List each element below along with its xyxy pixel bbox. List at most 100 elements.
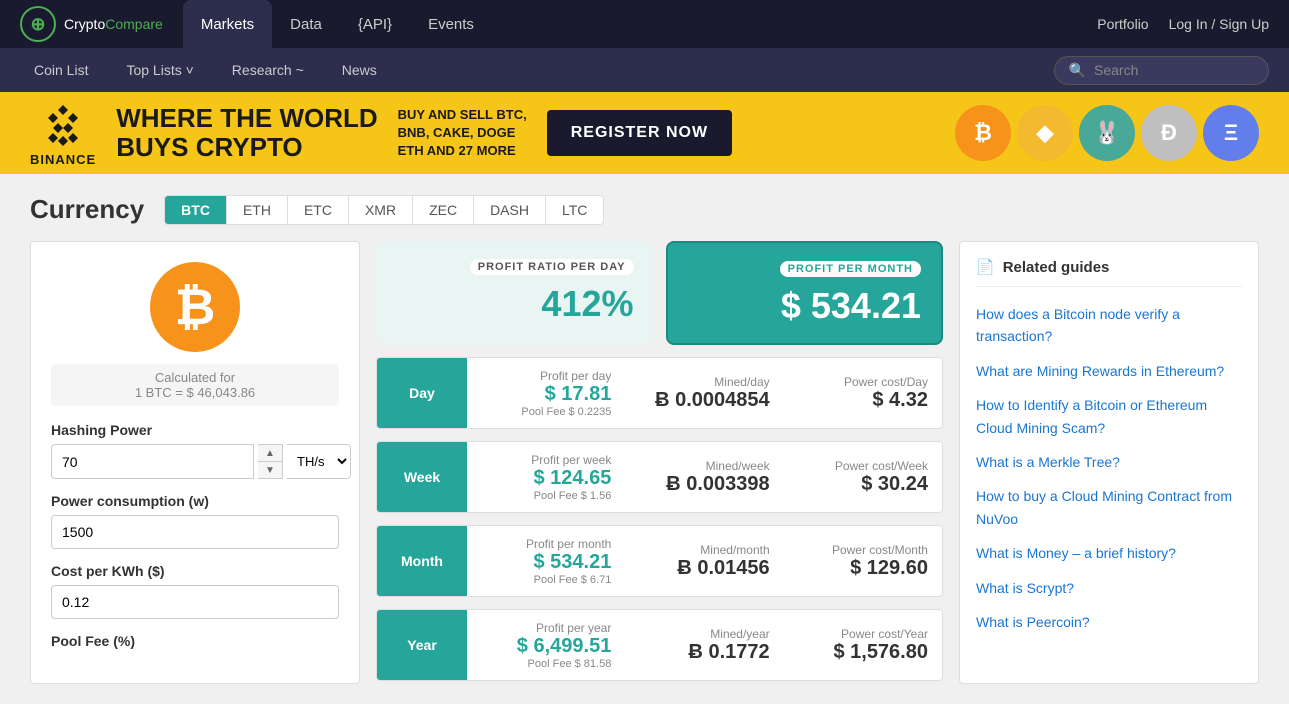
eth-coin-icon: Ξ (1203, 105, 1259, 161)
top-navigation: ⊕ CryptoCompare Markets Data {API} Event… (0, 0, 1289, 48)
banner-coins: ₿ ◆ 🐰 Ð Ξ (955, 105, 1259, 161)
profit-month-label: Profit per month (481, 537, 611, 551)
hash-spinners: ▲ ▼ (258, 444, 283, 479)
tab-ltc[interactable]: LTC (546, 196, 603, 224)
tab-etc[interactable]: ETC (288, 196, 349, 224)
nav-api[interactable]: {API} (340, 0, 410, 48)
power-day-value: $ 4.32 (798, 389, 928, 412)
profit-day-label: PROFIT RATIO PER DAY (470, 259, 634, 275)
profit-day-card: PROFIT RATIO PER DAY 412% (376, 241, 654, 345)
power-consumption-label: Power consumption (w) (51, 493, 339, 509)
portfolio-link[interactable]: Portfolio (1097, 16, 1148, 32)
nav-right: Portfolio Log In / Sign Up (1097, 16, 1269, 32)
related-link-2[interactable]: How to Identify a Bitcoin or Ethereum Cl… (976, 394, 1242, 439)
search-input[interactable] (1094, 62, 1254, 78)
currency-tabs: BTC ETH ETC XMR ZEC DASH LTC (164, 195, 604, 225)
register-button[interactable]: REGISTER NOW (547, 110, 732, 156)
tab-btc[interactable]: BTC (165, 196, 227, 224)
logo-compare: Compare (105, 16, 163, 32)
related-link-1[interactable]: What are Mining Rewards in Ethereum? (976, 360, 1242, 382)
power-year-cell: Power cost/Year $ 1,576.80 (784, 610, 942, 680)
power-month-label: Power cost/Month (798, 543, 928, 557)
related-link-3[interactable]: What is a Merkle Tree? (976, 451, 1242, 473)
related-link-4[interactable]: How to buy a Cloud Mining Contract from … (976, 485, 1242, 530)
profit-week-pool: Pool Fee $ 1.56 (481, 490, 611, 502)
tab-xmr[interactable]: XMR (349, 196, 413, 224)
mined-month-value: Ƀ 0.01456 (639, 557, 769, 580)
mined-week-cell: Mined/week Ƀ 0.003398 (625, 442, 783, 512)
mined-week-label: Mined/week (639, 459, 769, 473)
doge-coin-icon: Ð (1141, 105, 1197, 161)
banner-sub: BUY AND SELL BTC,BNB, CAKE, DOGEETH AND … (398, 106, 527, 161)
related-link-7[interactable]: What is Peercoin? (976, 611, 1242, 633)
power-month-cell: Power cost/Month $ 129.60 (784, 526, 942, 596)
nav-events[interactable]: Events (410, 0, 492, 48)
profit-day-pool: Pool Fee $ 0.2235 (481, 406, 611, 418)
hashing-input[interactable] (51, 444, 254, 479)
power-month-value: $ 129.60 (798, 557, 928, 580)
power-consumption-input[interactable] (51, 515, 339, 549)
cake-coin-icon: 🐰 (1079, 105, 1135, 161)
profit-year-cell: Profit per year $ 6,499.51 Pool Fee $ 81… (467, 610, 625, 680)
nav-data[interactable]: Data (272, 0, 340, 48)
secondary-navigation: Coin List Top Lists ˅ Research ~ News 🔍 (0, 48, 1289, 92)
tab-dash[interactable]: DASH (474, 196, 546, 224)
power-year-label: Power cost/Year (798, 627, 928, 641)
related-link-0[interactable]: How does a Bitcoin node verify a transac… (976, 303, 1242, 348)
calc-for-value: 1 BTC = $ 46,043.86 (57, 385, 333, 400)
profit-day-value: 412% (396, 283, 634, 325)
sec-nav-toplists[interactable]: Top Lists ˅ (112, 48, 207, 92)
power-week-label: Power cost/Week (798, 459, 928, 473)
related-link-6[interactable]: What is Scrypt? (976, 577, 1242, 599)
login-link[interactable]: Log In / Sign Up (1169, 16, 1269, 32)
sec-nav-news[interactable]: News (328, 48, 391, 92)
period-month: Month (377, 526, 467, 596)
nav-markets[interactable]: Markets (183, 0, 272, 48)
logo-text: CryptoCompare (64, 16, 163, 32)
main-nav: Markets Data {API} Events (183, 0, 492, 48)
hash-unit-select[interactable]: TH/s GH/s MH/s (287, 444, 351, 479)
detail-row-year: Year Profit per year $ 6,499.51 Pool Fee… (376, 609, 943, 681)
profit-day-cell-label: Profit per day (481, 369, 611, 383)
cost-kwh-input[interactable] (51, 585, 339, 619)
hash-increment[interactable]: ▲ (258, 445, 282, 462)
profit-month-value: $ 534.21 (481, 551, 611, 574)
binance-text: BINANCE (30, 152, 96, 167)
power-day-cell: Power cost/Day $ 4.32 (784, 358, 942, 428)
tab-eth[interactable]: ETH (227, 196, 288, 224)
period-week: Week (377, 442, 467, 512)
hash-decrement[interactable]: ▼ (258, 462, 282, 478)
logo[interactable]: ⊕ CryptoCompare (20, 6, 163, 42)
tab-zec[interactable]: ZEC (413, 196, 474, 224)
bnb-coin-icon: ◆ (1017, 105, 1073, 161)
profit-week-cell: Profit per week $ 124.65 Pool Fee $ 1.56 (467, 442, 625, 512)
calc-for-label: Calculated for (57, 370, 333, 385)
center-panel: PROFIT RATIO PER DAY 412% PROFIT PER MON… (376, 241, 943, 684)
currency-header: Currency BTC ETH ETC XMR ZEC DASH LTC (30, 194, 1259, 225)
sec-nav-coinlist[interactable]: Coin List (20, 48, 102, 92)
mined-year-cell: Mined/year Ƀ 0.1772 (625, 610, 783, 680)
power-consumption-group: Power consumption (w) (51, 493, 339, 549)
profit-year-label: Profit per year (481, 621, 611, 635)
profit-month-value: $ 534.21 (688, 285, 922, 327)
profit-month-label: PROFIT PER MONTH (780, 261, 921, 277)
binance-icon (38, 100, 88, 150)
mined-day-value: Ƀ 0.0004854 (639, 389, 769, 412)
sec-nav-research[interactable]: Research ~ (218, 48, 318, 92)
detail-row-week: Week Profit per week $ 124.65 Pool Fee $… (376, 441, 943, 513)
profit-day-cell-value: $ 17.81 (481, 383, 611, 406)
btc-coin-icon: ₿ (955, 105, 1011, 161)
banner-logo: BINANCE (30, 100, 96, 167)
search-box[interactable]: 🔍 (1054, 56, 1269, 85)
btc-icon-area: ₿ (51, 262, 339, 352)
profit-week-value: $ 124.65 (481, 467, 611, 490)
document-icon: 📄 (976, 258, 995, 276)
right-panel: 📄 Related guides How does a Bitcoin node… (959, 241, 1259, 684)
related-link-5[interactable]: What is Money – a brief history? (976, 542, 1242, 564)
power-week-cell: Power cost/Week $ 30.24 (784, 442, 942, 512)
pool-fee-label: Pool Fee (%) (51, 633, 339, 649)
profit-month-pool: Pool Fee $ 6.71 (481, 574, 611, 586)
hashing-input-wrap: ▲ ▼ TH/s GH/s MH/s (51, 444, 339, 479)
mined-year-value: Ƀ 0.1772 (639, 641, 769, 664)
banner-headline: WHERE THE WORLD BUYS CRYPTO (116, 104, 377, 161)
